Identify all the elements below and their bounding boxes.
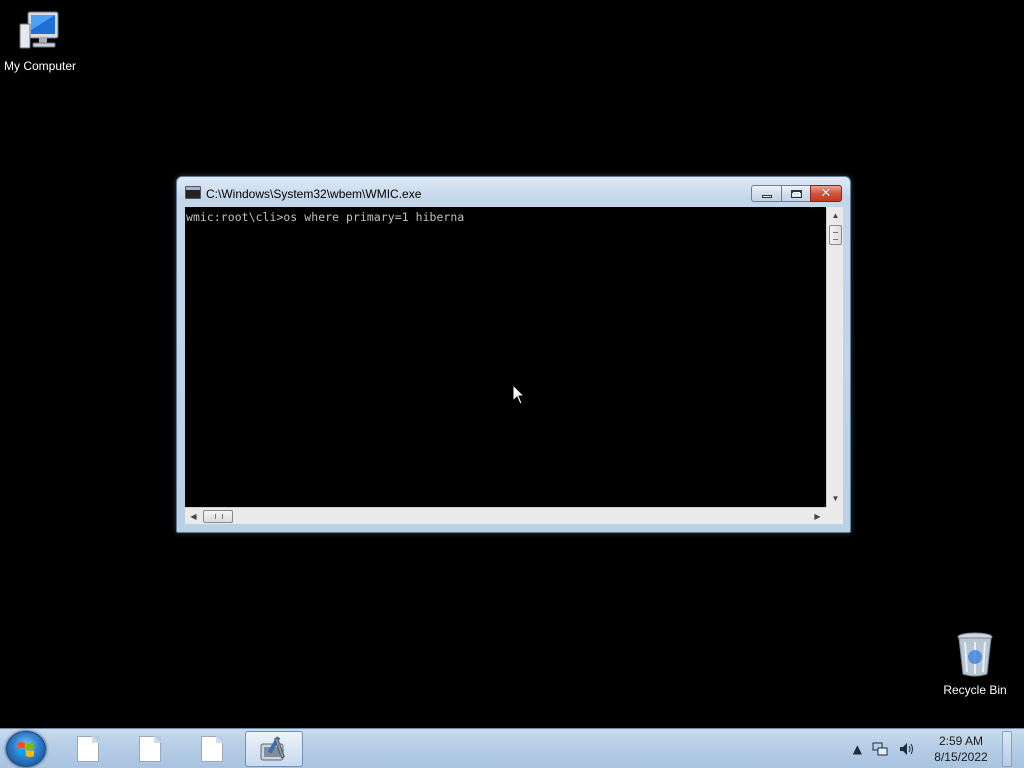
show-hidden-icons-icon[interactable]: ▲ <box>853 742 862 756</box>
console-output-area[interactable]: wmic:root\cli>os where primary=1 hiberna <box>185 207 826 507</box>
start-button[interactable] <box>6 731 46 767</box>
desktop-icon-my-computer[interactable]: My Computer <box>0 8 80 73</box>
scroll-up-arrow-icon[interactable]: ▲ <box>827 207 844 224</box>
vertical-scroll-thumb[interactable] <box>829 225 842 245</box>
horizontal-scroll-thumb[interactable] <box>203 510 233 523</box>
resize-grip[interactable] <box>826 507 843 524</box>
minimize-icon <box>761 195 772 198</box>
maximize-icon <box>790 189 802 198</box>
vertical-scrollbar[interactable]: ▲ ▼ <box>826 207 843 507</box>
recycle-bin-icon <box>957 632 993 677</box>
mouse-pointer-icon <box>512 384 526 405</box>
window-titlebar[interactable]: C:\Windows\System32\wbem\WMIC.exe ✕ <box>177 177 850 207</box>
close-button[interactable]: ✕ <box>810 185 842 202</box>
taskbar-item-wmic[interactable] <box>245 731 303 767</box>
scroll-left-arrow-icon[interactable]: ◀ <box>185 508 202 525</box>
horizontal-scrollbar[interactable]: ◀ ▶ <box>185 507 826 524</box>
system-tray: ▲ 2:59 AM 8/15/2022 <box>853 729 1012 768</box>
caption-buttons: ✕ <box>751 185 842 202</box>
volume-icon[interactable] <box>898 741 914 757</box>
wmic-console-window[interactable]: C:\Windows\System32\wbem\WMIC.exe ✕ wmic… <box>176 176 851 533</box>
scroll-right-arrow-icon[interactable]: ▶ <box>809 508 826 525</box>
document-icon <box>201 736 223 762</box>
wmic-tools-icon <box>260 736 285 761</box>
clock-time: 2:59 AM <box>938 734 984 748</box>
taskbar-item-document-1[interactable] <box>59 731 117 767</box>
close-icon: ✕ <box>820 186 832 201</box>
windows-logo-icon <box>18 742 34 757</box>
taskbar-item-document-2[interactable] <box>121 731 179 767</box>
computer-icon <box>19 11 59 49</box>
window-title: C:\Windows\System32\wbem\WMIC.exe <box>206 187 422 201</box>
desktop-icon-recycle-bin[interactable]: Recycle Bin <box>935 630 1015 697</box>
console-line: wmic:root\cli>os where primary=1 hiberna <box>186 210 465 224</box>
show-desktop-button[interactable] <box>1002 731 1012 767</box>
taskbar: ▲ 2:59 AM 8/15/2022 <box>0 728 1024 768</box>
clock-date: 8/15/2022 <box>934 750 988 764</box>
console-icon <box>185 186 201 199</box>
minimize-button[interactable] <box>751 185 781 202</box>
document-icon <box>139 736 161 762</box>
document-icon <box>77 736 99 762</box>
desktop-icon-label: My Computer <box>3 59 77 73</box>
taskbar-item-document-3[interactable] <box>183 731 241 767</box>
maximize-button[interactable] <box>781 185 810 202</box>
desktop-icon-label: Recycle Bin <box>943 683 1007 697</box>
taskbar-clock[interactable]: 2:59 AM 8/15/2022 <box>930 733 992 765</box>
scroll-down-arrow-icon[interactable]: ▼ <box>827 490 844 507</box>
network-icon[interactable] <box>872 741 888 757</box>
